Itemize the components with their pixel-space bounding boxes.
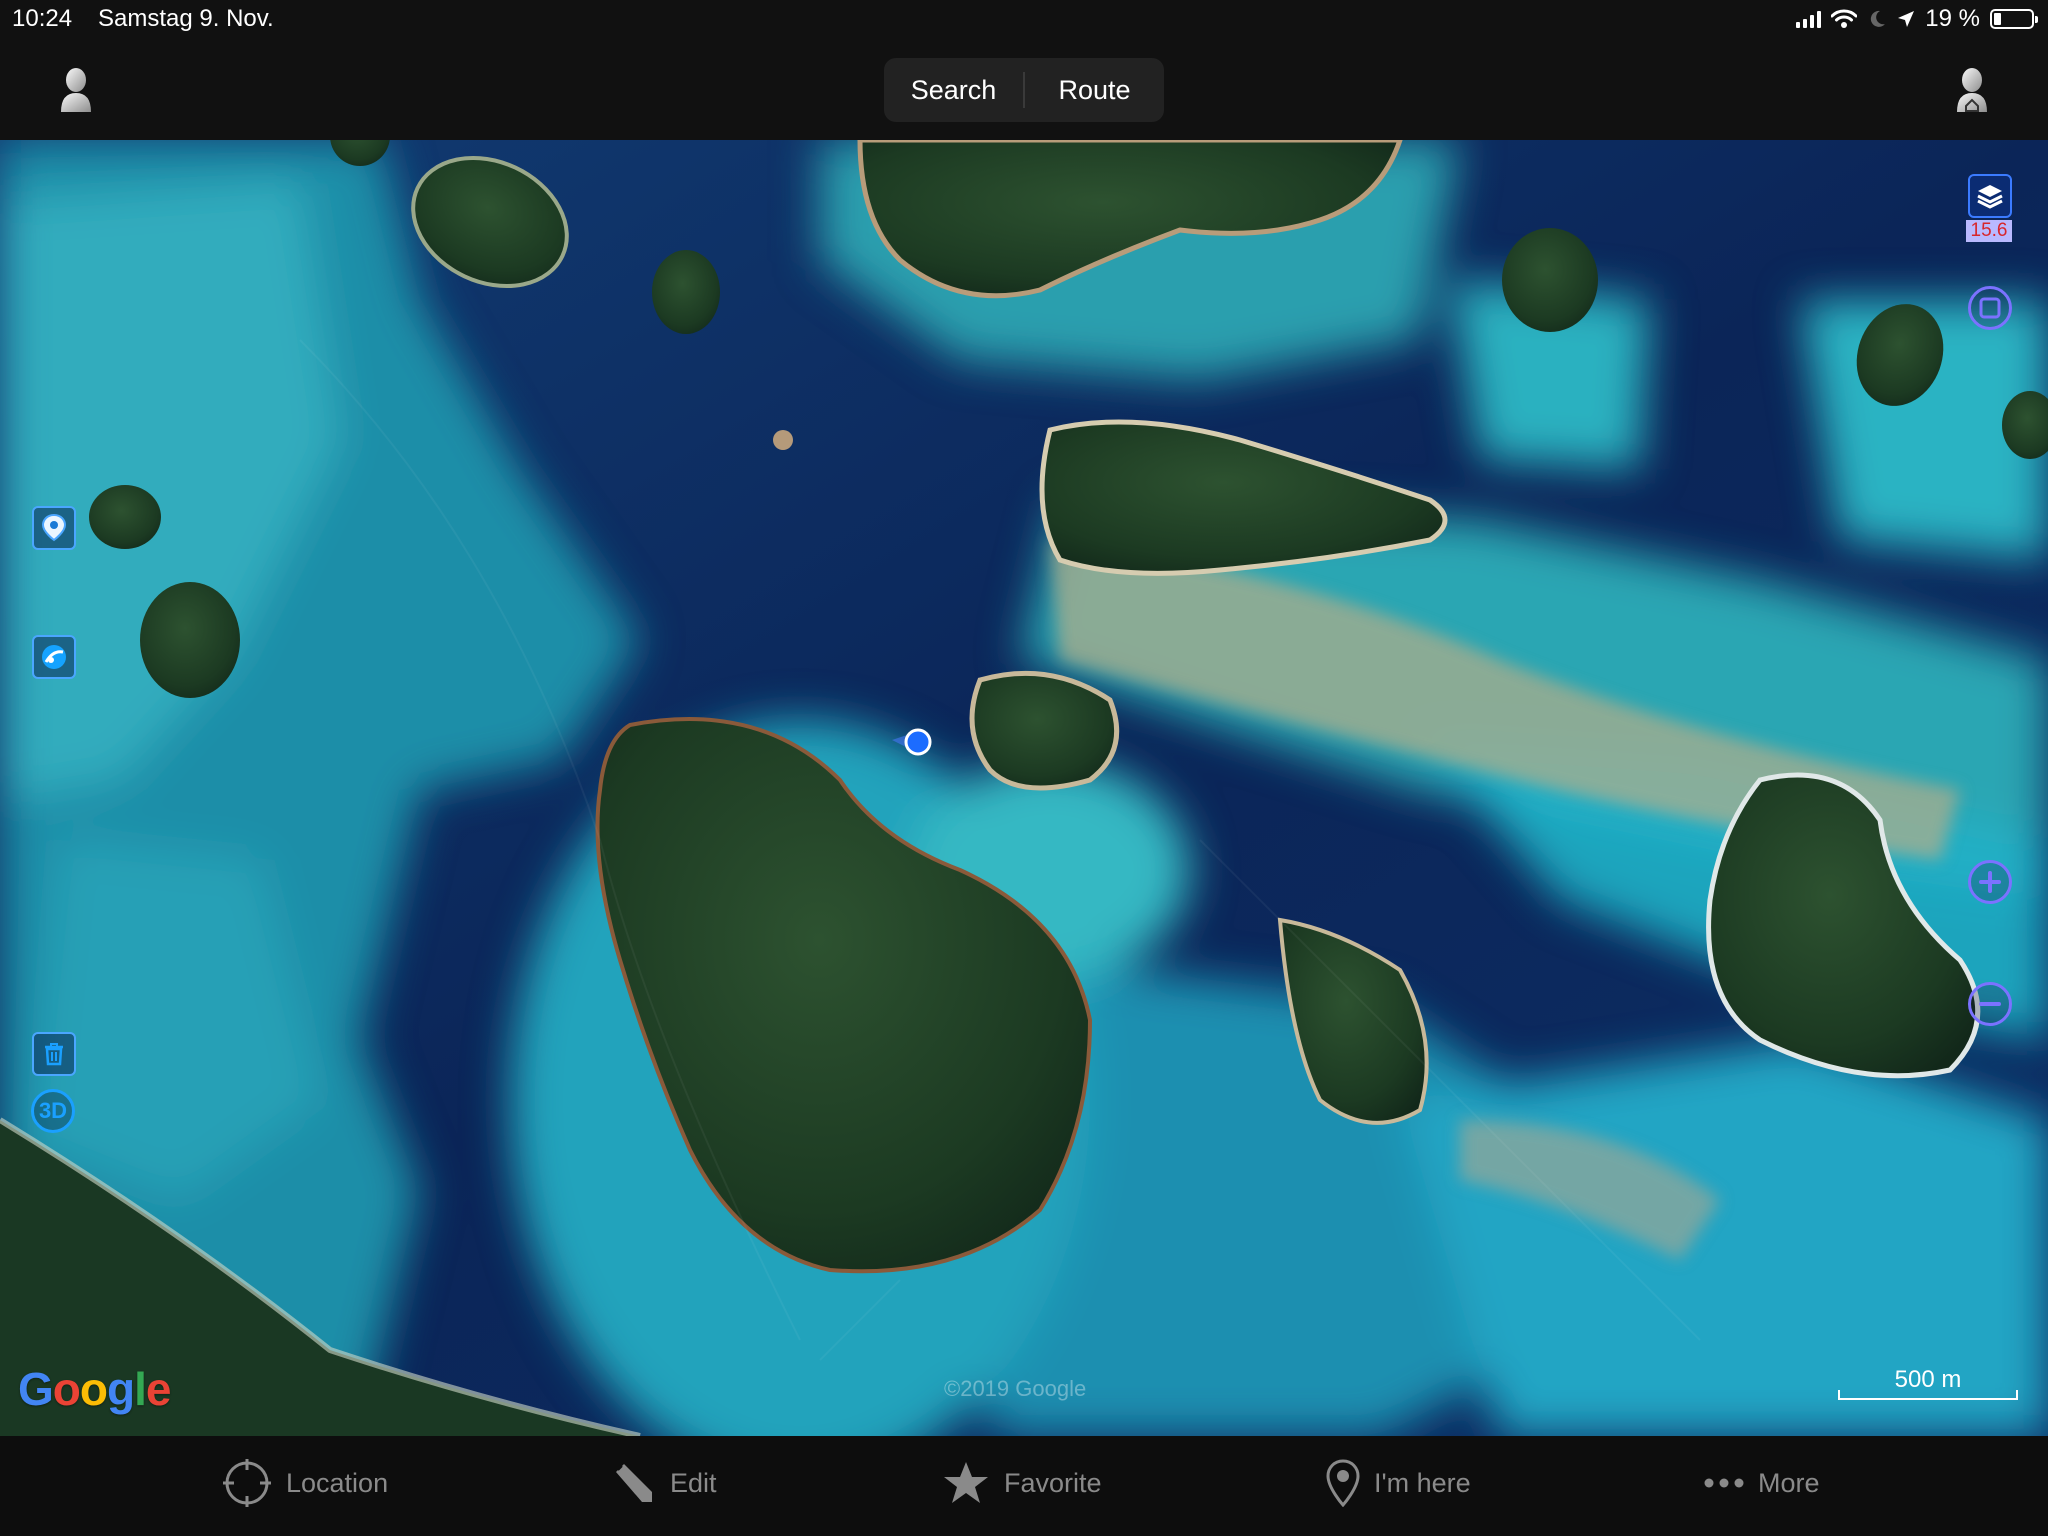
route-tab[interactable]: Route [1025, 75, 1164, 106]
tab-edit[interactable]: Edit [610, 1458, 717, 1508]
google-logo-letter: e [145, 1363, 172, 1415]
wifi-icon [1831, 9, 1858, 28]
battery-percent: 19 % [1925, 5, 1980, 32]
cellular-signal-icon [1796, 10, 1822, 28]
layers-icon [1977, 185, 2003, 209]
google-logo-letter: G [18, 1363, 54, 1415]
satellite-imagery [0, 140, 2048, 1436]
add-marker-button[interactable] [32, 506, 76, 550]
map-copyright: ©2019 Google [944, 1376, 1087, 1401]
bottom-tab-bar: Location Edit Favorite I'm here More [0, 1436, 2048, 1536]
search-route-segmented-control: Search Route [884, 58, 1164, 122]
status-time: 10:24 [12, 5, 73, 32]
delete-button[interactable] [32, 1032, 76, 1076]
tab-edit-label: Edit [670, 1467, 717, 1498]
tab-favorite-label: Favorite [1004, 1467, 1102, 1498]
person-icon[interactable] [58, 66, 94, 114]
pencil-icon [616, 1464, 652, 1502]
map-pin-icon [41, 513, 67, 542]
status-bar: 10:24 Samstag 9. Nov. 19 % [0, 0, 2048, 40]
tab-im-here-label: I'm here [1374, 1467, 1471, 1498]
pin-icon [1326, 1459, 1360, 1507]
google-logo-letter: l [134, 1363, 147, 1415]
location-arrow-icon [1898, 11, 1915, 27]
tab-location-label: Location [286, 1467, 389, 1498]
google-logo: Google [18, 1362, 172, 1416]
tab-more-label: More [1758, 1467, 1820, 1498]
top-navigation-bar: Search Route [0, 40, 2048, 140]
zoom-level-label: 15.6 [1966, 220, 2012, 242]
google-logo-letter: o [79, 1363, 108, 1415]
user-location-marker[interactable] [890, 726, 936, 760]
track-icon [42, 645, 66, 669]
tab-favorite[interactable]: Favorite [942, 1458, 1102, 1508]
scale-bar: 500 m [1838, 1366, 2018, 1400]
3d-toggle-button[interactable]: 3D [31, 1089, 75, 1133]
tab-location[interactable]: Location [222, 1458, 388, 1508]
star-icon [944, 1462, 988, 1503]
square-frame-icon [1979, 297, 2001, 319]
crosshair-icon [223, 1459, 271, 1507]
moon-icon [1871, 10, 1886, 27]
track-button[interactable] [32, 635, 76, 679]
zoom-out-icon [1979, 1002, 2001, 1006]
scale-bar-line [1838, 1390, 2018, 1400]
3d-icon: 3D [38, 1098, 68, 1123]
zoom-out-button[interactable] [1968, 982, 2012, 1026]
trash-icon [45, 1043, 63, 1066]
person-home-icon[interactable] [1954, 66, 1990, 114]
search-tab[interactable]: Search [884, 75, 1023, 106]
satellite-map[interactable]: 3D 15.6 Google ©2019 Google 500 m [0, 140, 2048, 1436]
google-logo-letter: g [107, 1363, 135, 1415]
battery-icon [1990, 9, 2038, 29]
tab-im-here[interactable]: I'm here [1326, 1458, 1471, 1508]
zoom-in-icon [1979, 871, 2001, 893]
frame-button[interactable] [1968, 286, 2012, 330]
google-logo-letter: o [52, 1363, 81, 1415]
layers-button[interactable] [1968, 174, 2012, 218]
tab-more[interactable]: More [1704, 1458, 1820, 1508]
more-dots-icon [1704, 1478, 1744, 1488]
status-indicators: 19 % [1796, 5, 2038, 33]
zoom-in-button[interactable] [1968, 860, 2012, 904]
status-date: Samstag 9. Nov. [98, 5, 274, 32]
